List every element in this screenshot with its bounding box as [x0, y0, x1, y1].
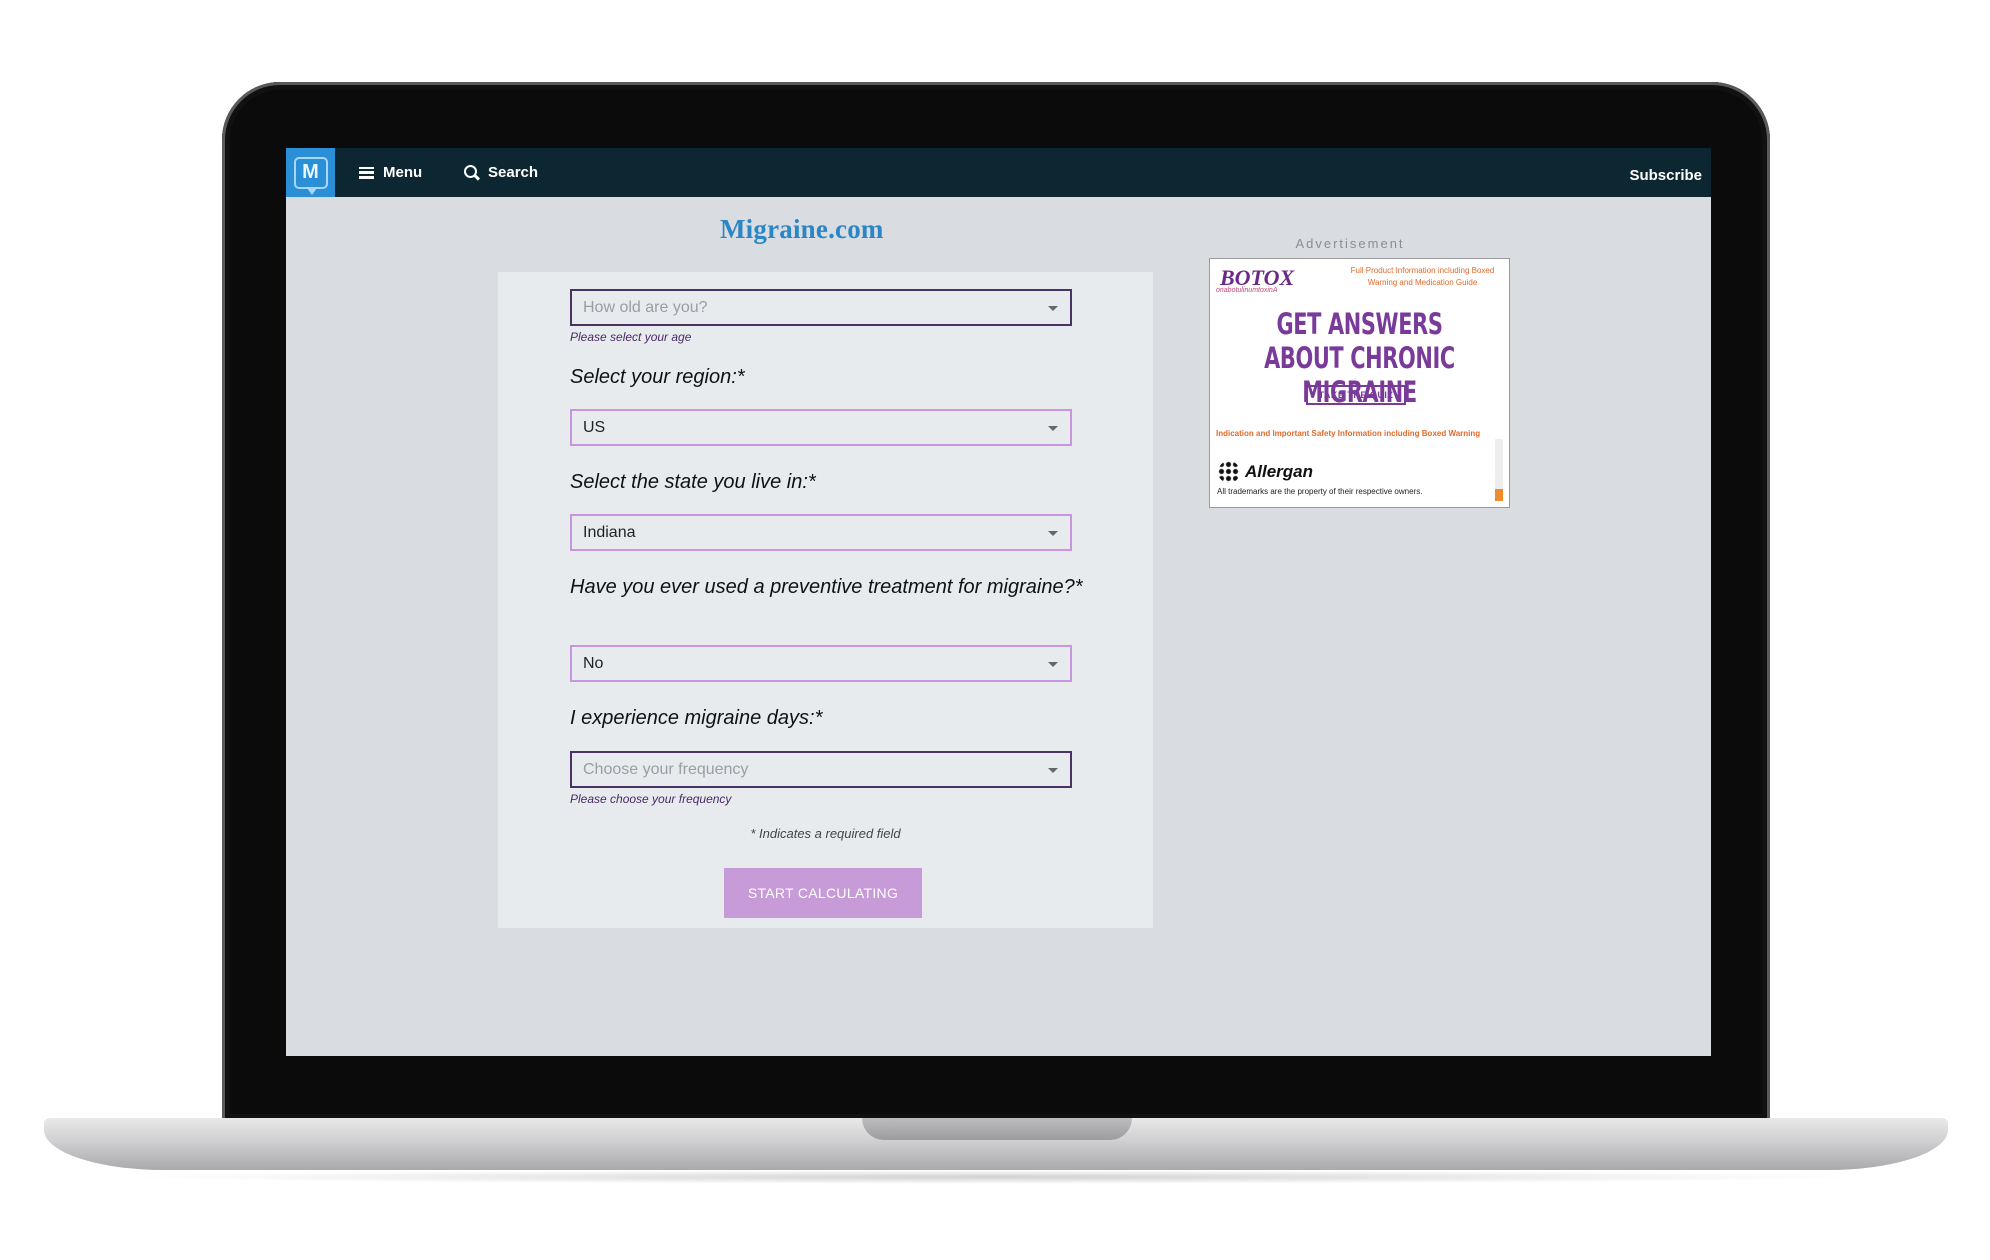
- laptop-shadow: [120, 1170, 1870, 1184]
- preventive-treatment-select[interactable]: No: [570, 645, 1072, 682]
- search-icon: [464, 165, 479, 180]
- ad-brand-subtitle: onabotulinumtoxinA: [1216, 287, 1278, 294]
- region-select[interactable]: US: [570, 409, 1072, 446]
- frequency-error-message: Please choose your frequency: [570, 792, 732, 806]
- advertisement-label: Advertisement: [1295, 236, 1405, 251]
- preventive-treatment-label: Have you ever used a preventive treatmen…: [570, 576, 1083, 598]
- search-label: Search: [488, 164, 539, 181]
- laptop-base-notch: [862, 1118, 1132, 1140]
- ad-product-info-link[interactable]: Full Product Information including Boxed…: [1340, 265, 1505, 289]
- chevron-down-icon: [1048, 531, 1058, 536]
- browser-screen: M Menu Search Subscribe Migraine.com How…: [286, 148, 1711, 1056]
- frequency-select-placeholder: Choose your frequency: [583, 760, 749, 778]
- region-label: Select your region:*: [570, 366, 745, 388]
- migraine-calculator-form: How old are you? Please select your age …: [498, 272, 1153, 928]
- required-field-note: * Indicates a required field: [750, 826, 901, 841]
- ad-company-logo: Allergan: [1218, 461, 1313, 483]
- start-calculating-button[interactable]: START CALCULATING: [724, 868, 922, 918]
- region-select-value: US: [583, 418, 606, 436]
- ad-company-name: Allergan: [1245, 462, 1314, 481]
- state-select[interactable]: Indiana: [570, 514, 1072, 551]
- logo-m-icon: M: [293, 156, 328, 195]
- hamburger-icon: [359, 166, 374, 179]
- menu-label: Menu: [383, 164, 423, 181]
- ad-scrollbar-thumb[interactable]: [1495, 489, 1503, 501]
- chevron-down-icon: [1048, 426, 1058, 431]
- search-button[interactable]: Search: [464, 148, 538, 197]
- chevron-down-icon: [1048, 662, 1058, 667]
- frequency-label: I experience migraine days:*: [570, 707, 823, 729]
- state-select-value: Indiana: [583, 523, 636, 541]
- age-error-message: Please select your age: [570, 330, 692, 344]
- frequency-select[interactable]: Choose your frequency: [570, 751, 1072, 788]
- site-logo[interactable]: M: [286, 148, 335, 197]
- menu-button[interactable]: Menu: [359, 148, 422, 197]
- age-select[interactable]: How old are you?: [570, 289, 1072, 326]
- ad-take-quiz-button[interactable]: TAKE THE QUIZ: [1306, 385, 1406, 405]
- ad-safety-info-link[interactable]: Indication and Important Safety Informat…: [1216, 429, 1506, 438]
- preventive-treatment-value: No: [583, 654, 604, 672]
- ad-trademark-text: All trademarks are the property of their…: [1217, 487, 1423, 496]
- site-title[interactable]: Migraine.com: [720, 214, 884, 245]
- allergan-dots-icon: [1218, 461, 1240, 483]
- age-select-placeholder: How old are you?: [583, 298, 708, 316]
- state-label: Select the state you live in:*: [570, 471, 816, 493]
- subscribe-link[interactable]: Subscribe: [1629, 151, 1702, 200]
- chevron-down-icon: [1048, 306, 1058, 311]
- advertisement-banner[interactable]: BOTOX onabotulinumtoxinA Full Product In…: [1209, 258, 1510, 508]
- chevron-down-icon: [1048, 768, 1058, 773]
- top-navigation-bar: M Menu Search Subscribe: [286, 148, 1711, 197]
